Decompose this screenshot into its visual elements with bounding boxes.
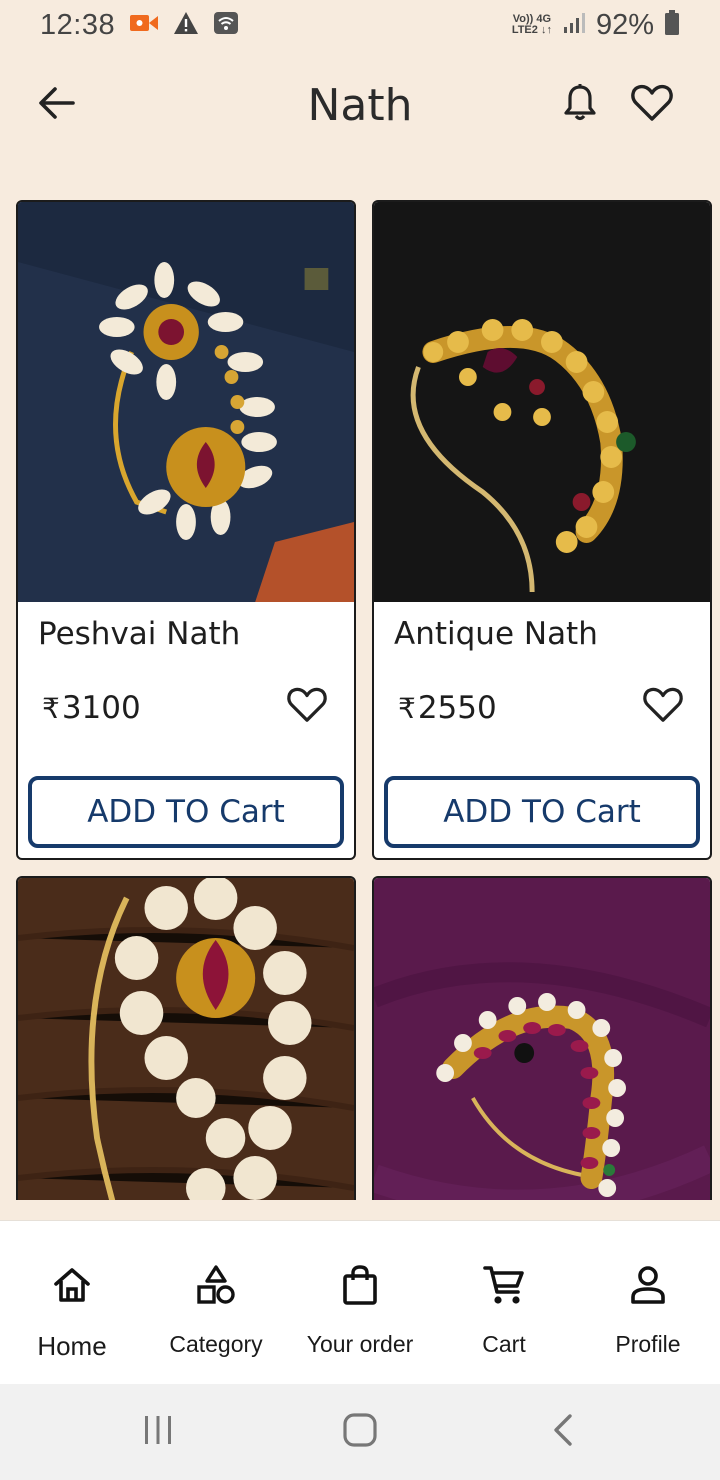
app-bar: Nath [0,60,720,150]
nav-item-profile[interactable]: Profile [576,1221,720,1385]
add-to-wishlist-button[interactable] [284,686,330,728]
bottom-navigation: Home Category Your order Cart Profile [0,1220,720,1384]
product-image[interactable] [374,202,710,602]
product-name: Antique Nath [394,616,598,652]
product-image[interactable] [18,202,354,602]
user-icon [624,1261,672,1309]
battery-icon [664,9,680,41]
shapes-icon [192,1261,240,1309]
product-card[interactable] [16,876,356,1200]
add-to-cart-button[interactable]: ADD TO Cart [28,776,344,848]
product-image[interactable] [18,878,354,1200]
shopping-bag-icon [336,1261,384,1309]
cart-icon [480,1261,528,1309]
add-to-wishlist-button[interactable] [640,686,686,728]
recent-apps-button[interactable] [128,1406,188,1458]
arrow-left-icon [37,86,75,124]
nav-item-your-order[interactable]: Your order [288,1221,432,1385]
bell-icon [562,83,598,127]
status-bar: 12:38 Vo)) 4G LTE2 ↓↑ 92% [0,0,720,50]
chevron-left-icon [550,1413,574,1451]
nav-label: Your order [306,1331,414,1357]
wifi-calling-icon [213,11,239,40]
heart-outline-icon [286,686,328,728]
video-record-icon [129,12,159,39]
recent-apps-icon [142,1414,174,1450]
currency-symbol: ₹ [398,691,416,725]
notifications-button[interactable] [555,82,605,128]
nav-item-home[interactable]: Home [0,1221,144,1385]
back-button[interactable] [30,82,82,128]
network-indicator: Vo)) 4G LTE2 ↓↑ [512,14,552,36]
product-card[interactable]: Antique Nath ₹ 2550 ADD TO Cart [372,200,712,860]
system-back-button[interactable] [532,1406,592,1458]
nav-item-category[interactable]: Category [144,1221,288,1385]
nav-item-cart[interactable]: Cart [432,1221,576,1385]
page-title: Nath [307,80,413,131]
currency-symbol: ₹ [42,691,60,725]
heart-outline-icon [642,686,684,728]
network-type-bottom: LTE2 ↓↑ [511,24,552,36]
nav-label: Cart [482,1331,526,1357]
product-card[interactable] [372,876,712,1200]
product-price: ₹ 2550 [398,690,497,726]
add-to-cart-button[interactable]: ADD TO Cart [384,776,700,848]
heart-outline-icon [630,83,674,127]
home-system-button[interactable] [330,1406,390,1458]
product-grid: Peshvai Nath ₹ 3100 ADD TO Cart Antique … [16,200,712,1200]
warning-icon [173,11,199,40]
price-value: 2550 [417,690,497,726]
battery-percentage: 92% [595,8,654,41]
product-card[interactable]: Peshvai Nath ₹ 3100 ADD TO Cart [16,200,356,860]
product-name: Peshvai Nath [38,616,241,652]
price-value: 3100 [61,690,141,726]
nav-label: Category [169,1331,263,1357]
system-navigation-bar [0,1384,720,1480]
home-icon [48,1261,96,1309]
wishlist-button[interactable] [626,80,678,130]
signal-icon [562,11,586,40]
home-circle-icon [342,1412,378,1452]
product-price: ₹ 3100 [42,690,141,726]
product-image[interactable] [374,878,710,1200]
status-time: 12:38 [40,8,116,41]
nav-label: Home [37,1331,107,1361]
nav-label: Profile [615,1331,681,1357]
